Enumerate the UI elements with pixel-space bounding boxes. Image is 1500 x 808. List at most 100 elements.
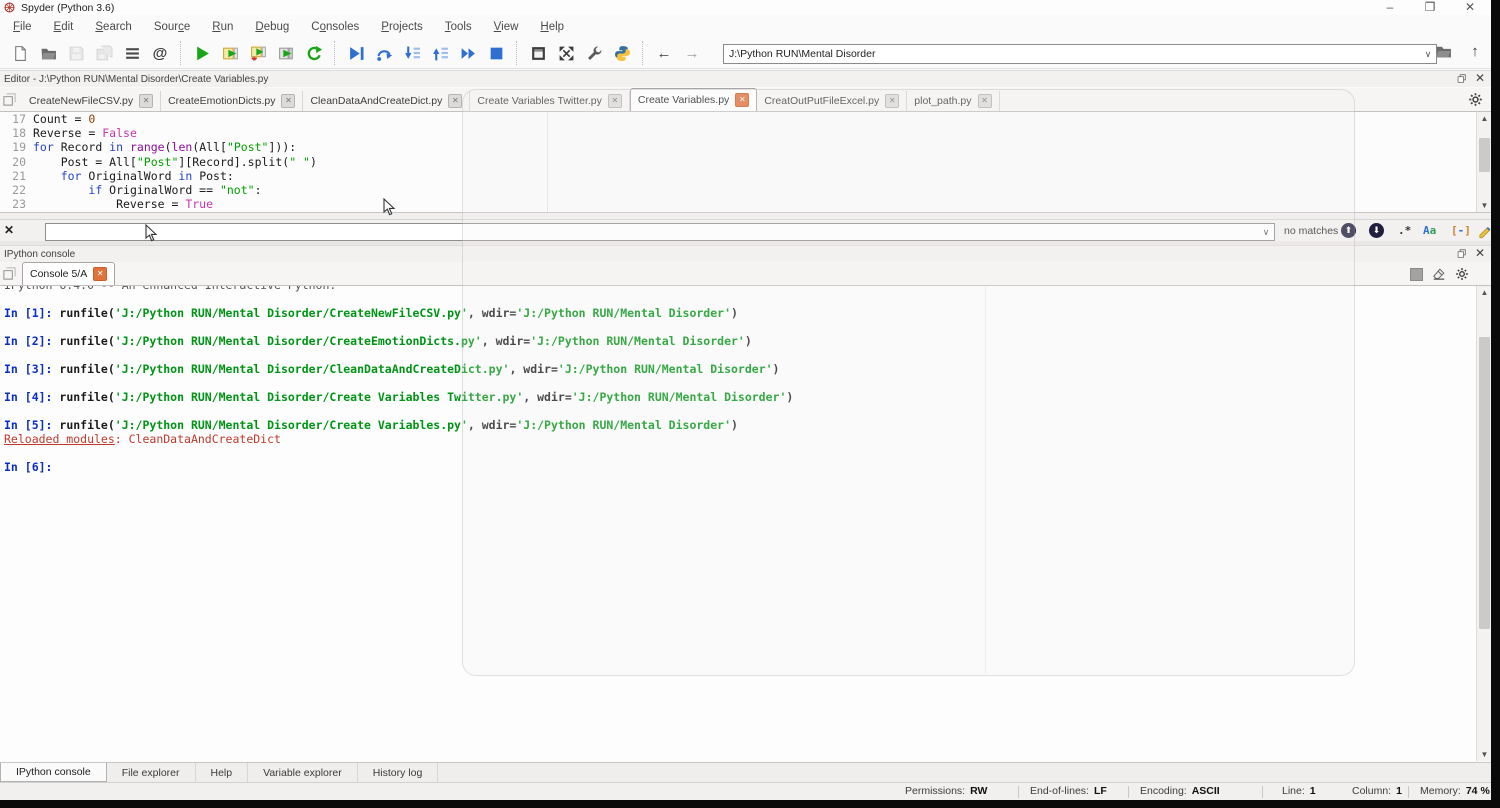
close-find-icon[interactable]: ✕	[4, 224, 14, 236]
editor-scrollbar-thumb[interactable]	[1479, 138, 1490, 172]
close-pane-icon[interactable]: ✕	[1475, 248, 1485, 259]
close-tab-icon[interactable]: ✕	[735, 93, 749, 107]
editor-tab-cleandataandcreatedict-py[interactable]: CleanDataAndCreateDict.py✕	[303, 91, 470, 111]
editor-scrollbar[interactable]: ▲ ▼	[1476, 112, 1491, 212]
tab-label: CreatOutPutFileExcel.py	[764, 95, 879, 107]
close-tab-icon[interactable]: ✕	[978, 94, 992, 108]
code-editor[interactable]: 17Count = 018Reverse = False19for Record…	[0, 112, 1476, 212]
new-file-button[interactable]	[9, 42, 31, 64]
close-pane-icon[interactable]: ✕	[1475, 73, 1485, 84]
scroll-up-arrow-icon[interactable]: ▲	[1477, 288, 1492, 297]
clear-console-eraser-icon[interactable]	[1432, 267, 1446, 281]
forward-button[interactable]: →	[681, 42, 703, 64]
browse-tabs-icon[interactable]	[2, 92, 20, 108]
editor-options-gear-icon[interactable]	[1468, 92, 1483, 107]
run-file-button[interactable]	[191, 42, 213, 64]
close-button[interactable]: ✕	[1463, 0, 1477, 15]
save-button[interactable]	[65, 42, 87, 64]
rerun-cell-button[interactable]	[303, 42, 325, 64]
scroll-up-arrow-icon[interactable]: ▲	[1477, 114, 1492, 123]
step-return-button[interactable]	[429, 42, 451, 64]
bottom-tab-variable-explorer[interactable]: Variable explorer	[248, 763, 358, 782]
debug-file-button[interactable]	[345, 42, 367, 64]
editor-tab-plot-path-py[interactable]: plot_path.py✕	[907, 91, 999, 111]
back-button[interactable]: ←	[653, 42, 675, 64]
console-options-gear-icon[interactable]	[1455, 267, 1469, 281]
menu-item-consoles[interactable]: Consoles	[300, 21, 370, 33]
browse-tabs-icon[interactable]	[2, 266, 20, 282]
float-pane-icon[interactable]	[1456, 248, 1467, 259]
bottom-tab-ipython-console[interactable]: IPython console	[0, 763, 107, 782]
editor-tab-creatoutputfileexcel-py[interactable]: CreatOutPutFileExcel.py ✕	[757, 91, 907, 111]
close-tab-icon[interactable]: ✕	[139, 94, 153, 108]
maximize-pane-button[interactable]	[527, 42, 549, 64]
go-up-icon: ↑	[1471, 44, 1479, 59]
code-text: Count = 0	[33, 112, 95, 126]
fullscreen-button[interactable]	[555, 42, 577, 64]
go-up-button[interactable]: ↑	[1464, 40, 1486, 62]
editor-tab-createnewfilecsv-py[interactable]: CreateNewFileCSV.py✕	[22, 91, 161, 111]
bottom-tab-file-explorer[interactable]: File explorer	[107, 763, 196, 782]
line-number: 17	[0, 112, 33, 126]
debug-continue-button[interactable]	[457, 42, 479, 64]
run-cell-button[interactable]	[219, 42, 241, 64]
python-env-button[interactable]	[611, 42, 633, 64]
bottom-tab-history-log[interactable]: History log	[358, 763, 439, 782]
close-tab-icon[interactable]: ✕	[448, 94, 462, 108]
menu-item-view[interactable]: View	[483, 21, 530, 33]
console-tab[interactable]: Console 5/A ✕	[22, 262, 115, 285]
step-over-button[interactable]	[373, 42, 395, 64]
search-input[interactable]: ∨	[45, 223, 1275, 241]
restore-button[interactable]: ❐	[1423, 0, 1437, 15]
case-sensitive-toggle[interactable]: Aa	[1423, 224, 1436, 237]
close-tab-icon[interactable]: ✕	[281, 94, 295, 108]
editor-tab-createemotiondicts-py[interactable]: CreateEmotionDicts.py ✕	[161, 91, 303, 111]
minimize-button[interactable]: –	[1383, 0, 1397, 15]
scroll-down-arrow-icon[interactable]: ▼	[1477, 750, 1492, 759]
close-tab-icon[interactable]: ✕	[93, 267, 107, 281]
inspect-icon[interactable]	[1410, 268, 1423, 281]
regex-toggle[interactable]: .*	[1398, 224, 1411, 237]
menu-item-file[interactable]: File	[2, 21, 43, 33]
code-text: Reverse = True	[33, 197, 213, 211]
console-line: In [4]: runfile('J:/Python RUN/Mental Di…	[4, 390, 1476, 404]
status-bar: Permissions:RW End-of-lines:LF Encoding:…	[0, 782, 1491, 801]
whole-word-toggle[interactable]: [-]	[1451, 224, 1471, 237]
close-tab-icon[interactable]: ✕	[885, 94, 899, 108]
menu-item-search[interactable]: Search	[84, 21, 142, 33]
find-next-button[interactable]: ⬇	[1369, 223, 1384, 238]
save-all-button[interactable]	[93, 42, 115, 64]
scroll-down-arrow-icon[interactable]: ▼	[1477, 201, 1492, 210]
menu-item-tools[interactable]: Tools	[434, 21, 483, 33]
toolbar-separator	[642, 41, 644, 65]
preferences-button[interactable]	[583, 42, 605, 64]
close-tab-icon[interactable]: ✕	[608, 94, 622, 108]
menu-item-edit[interactable]: Edit	[43, 21, 85, 33]
find-symbols-button[interactable]: @	[149, 42, 171, 64]
editor-tab-create-variables-twitter-py[interactable]: Create Variables Twitter.py✕	[470, 91, 630, 111]
editor-pane-title: Editor - J:\Python RUN\Mental Disorder\C…	[4, 74, 268, 85]
tab-label: CreateEmotionDicts.py	[168, 95, 275, 107]
working-directory-combobox[interactable]: J:\Python RUN\Mental Disorder ∨	[723, 44, 1437, 64]
file-switcher-button[interactable]	[121, 42, 143, 64]
debug-stop-button[interactable]	[485, 42, 507, 64]
chevron-down-icon[interactable]: ∨	[1258, 227, 1274, 238]
bottom-tab-help[interactable]: Help	[196, 763, 249, 782]
menu-item-debug[interactable]: Debug	[244, 21, 300, 33]
menu-item-projects[interactable]: Projects	[370, 21, 434, 33]
run-cell-advance-button[interactable]	[247, 42, 269, 64]
find-previous-button[interactable]: ⬆	[1341, 223, 1356, 238]
menu-item-source[interactable]: Source	[143, 21, 201, 33]
console-scrollbar-thumb[interactable]	[1479, 337, 1490, 629]
browse-directory-button[interactable]	[1432, 40, 1454, 62]
float-pane-icon[interactable]	[1456, 73, 1467, 84]
menu-item-help[interactable]: Help	[529, 21, 575, 33]
menu-item-run[interactable]: Run	[201, 21, 244, 33]
run-selection-button[interactable]	[275, 42, 297, 64]
step-into-button[interactable]	[401, 42, 423, 64]
ipython-console-output[interactable]: IPython 6.4.0 -- An enhanced Interactive…	[0, 286, 1476, 761]
editor-tab-create-variables-py[interactable]: Create Variables.py✕	[630, 88, 757, 111]
open-file-button[interactable]	[37, 42, 59, 64]
console-scrollbar[interactable]: ▲ ▼	[1476, 286, 1491, 761]
screen-edge	[0, 800, 1500, 808]
